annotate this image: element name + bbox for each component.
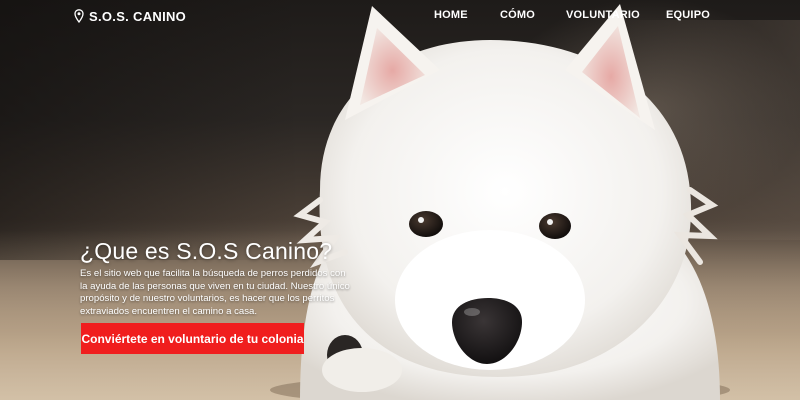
nav-equipo-link[interactable]: EQUIPO bbox=[666, 9, 710, 21]
volunteer-cta-button[interactable]: Conviértete en voluntario de tu colonia bbox=[81, 323, 304, 354]
top-navbar: S.O.S. CANINO HOME CÓMO VOLUNTARIO EQUIP… bbox=[0, 0, 800, 34]
hero-description: Es el sitio web que facilita la búsqueda… bbox=[80, 268, 350, 317]
brand-logo[interactable]: S.O.S. CANINO bbox=[74, 7, 186, 25]
nav-voluntario-link[interactable]: VOLUNTARIO bbox=[566, 9, 640, 21]
nav-home-link[interactable]: HOME bbox=[434, 9, 468, 21]
nav-como-link[interactable]: CÓMO bbox=[500, 9, 535, 21]
map-pin-icon bbox=[74, 9, 84, 23]
brand-name: S.O.S. CANINO bbox=[89, 8, 187, 24]
hero-title: ¿Que es S.O.S Canino? bbox=[80, 238, 333, 264]
